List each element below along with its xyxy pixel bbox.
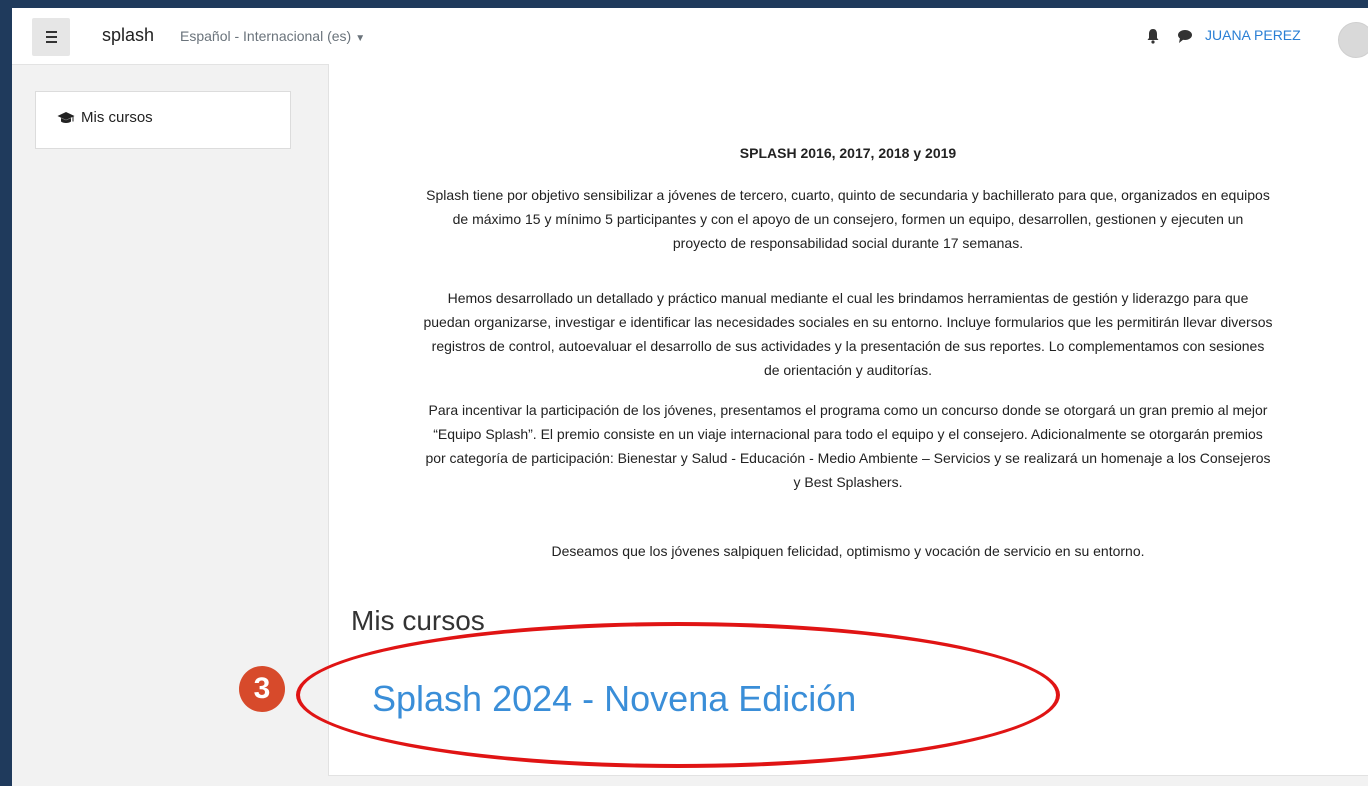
- text-line: “Equipo Splash”. El premio consiste en u…: [433, 426, 1263, 442]
- text-line: de máximo 15 y mínimo 5 participantes y …: [452, 211, 1244, 227]
- hamburger-line: [46, 41, 57, 43]
- hamburger-line: [46, 31, 57, 33]
- hamburger-line: [46, 36, 57, 38]
- bell-icon[interactable]: [1145, 28, 1161, 44]
- text-line: y Best Splashers.: [793, 474, 903, 490]
- navbar: splash Español - Internacional (es) ▼ JUA…: [12, 8, 1368, 65]
- text-line: puedan organizarse, investigar e identif…: [423, 314, 1273, 330]
- page-heading: SPLASH 2016, 2017, 2018 y 2019: [739, 145, 957, 161]
- text-line: proyecto de responsabilidad social duran…: [672, 235, 1024, 251]
- avatar[interactable]: [1338, 22, 1368, 58]
- sidebar-item-mis-cursos[interactable]: Mis cursos: [57, 109, 153, 126]
- chat-icon[interactable]: [1177, 28, 1193, 44]
- sidebar-item-label: Mis cursos: [81, 109, 153, 126]
- text-line: de orientación y auditorías.: [763, 362, 933, 378]
- text-line: Hemos desarrollado un detallado y prácti…: [447, 290, 1249, 306]
- language-label: Español - Internacional (es): [180, 28, 352, 44]
- caret-down-icon: ▼: [355, 33, 366, 44]
- text-line: por categoría de participación: Bienesta…: [425, 450, 1271, 466]
- annotation-ellipse: [296, 622, 1060, 768]
- text-line: Para incentivar la participación de los …: [428, 402, 1268, 418]
- site-brand-link[interactable]: splash: [102, 25, 154, 46]
- text-line: Deseamos que los jóvenes salpiquen felic…: [551, 543, 1145, 559]
- my-courses-heading: Mis cursos: [351, 605, 485, 636]
- manual-paragraph: Hemos desarrollado un detallado y prácti…: [343, 286, 1353, 382]
- prize-paragraph: Para incentivar la participación de los …: [343, 398, 1353, 494]
- language-selector[interactable]: Español - Internacional (es) ▼: [180, 28, 365, 44]
- text-line: registros de control, autoevaluar el des…: [431, 338, 1265, 354]
- user-menu-name[interactable]: JUANA PEREZ: [1205, 27, 1301, 43]
- step-badge: 3: [239, 666, 285, 712]
- sidebar-block: Mis cursos: [35, 91, 291, 149]
- text-line: Splash tiene por objetivo sensibilizar a…: [426, 187, 1270, 203]
- graduation-cap-icon: [57, 111, 75, 123]
- menu-toggle-button[interactable]: [32, 18, 70, 56]
- intro-paragraph: Splash tiene por objetivo sensibilizar a…: [343, 183, 1353, 255]
- closing-paragraph: Deseamos que los jóvenes salpiquen felic…: [343, 539, 1353, 563]
